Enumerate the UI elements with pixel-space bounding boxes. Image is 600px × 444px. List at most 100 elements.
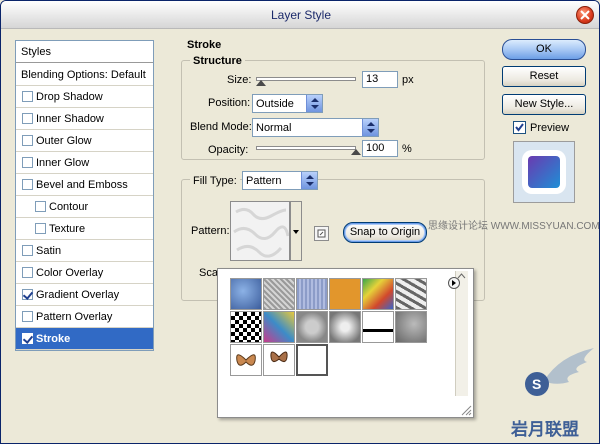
style-checkbox[interactable] bbox=[35, 223, 46, 234]
pattern-tile-smoke[interactable] bbox=[329, 311, 361, 343]
position-select[interactable]: Outside bbox=[252, 94, 323, 113]
style-label: Color Overlay bbox=[36, 267, 104, 279]
ok-button[interactable]: OK bbox=[502, 39, 586, 60]
resize-grip-icon[interactable] bbox=[460, 404, 472, 416]
logo-watermark: 岩月联盟 bbox=[511, 420, 579, 439]
opacity-slider-thumb[interactable] bbox=[351, 149, 361, 155]
opacity-label: Opacity: bbox=[208, 144, 249, 156]
pattern-picker-popup bbox=[217, 268, 474, 418]
pattern-tile-orange[interactable] bbox=[329, 278, 361, 310]
new-style-button[interactable]: New Style... bbox=[502, 94, 586, 115]
style-checkbox[interactable] bbox=[22, 91, 33, 102]
popup-menu-button[interactable] bbox=[448, 277, 460, 289]
style-label: Gradient Overlay bbox=[36, 289, 120, 301]
butterfly-icon bbox=[236, 354, 256, 366]
style-checkbox[interactable] bbox=[22, 311, 33, 322]
styles-item[interactable]: Inner Glow bbox=[16, 152, 153, 174]
style-label: Stroke bbox=[36, 333, 71, 345]
style-checkbox[interactable] bbox=[22, 179, 33, 190]
pattern-tile-clouds[interactable] bbox=[296, 311, 328, 343]
styles-item[interactable]: Pattern Overlay bbox=[16, 306, 153, 328]
style-checkbox[interactable] bbox=[22, 245, 33, 256]
opacity-slider-track[interactable] bbox=[256, 146, 356, 150]
pattern-picker-toggle[interactable] bbox=[290, 201, 302, 261]
structure-title: Structure bbox=[190, 55, 245, 67]
style-checkbox[interactable] bbox=[22, 135, 33, 146]
style-checkbox[interactable] bbox=[22, 267, 33, 278]
fill-type-value: Pattern bbox=[246, 175, 282, 187]
butterfly-icon bbox=[270, 351, 288, 363]
blend-mode-select[interactable]: Normal bbox=[252, 118, 379, 137]
site-watermark: 思缘设计论坛 WWW.MISSYUAN.COM bbox=[428, 221, 600, 232]
style-label: Drop Shadow bbox=[36, 91, 103, 103]
style-label: Outer Glow bbox=[36, 135, 92, 147]
styles-item[interactable]: Texture bbox=[16, 218, 153, 240]
pattern-tile-rock[interactable] bbox=[395, 311, 427, 343]
check-icon bbox=[515, 123, 524, 132]
svg-text:S: S bbox=[532, 376, 541, 392]
opacity-unit: % bbox=[402, 143, 412, 155]
style-checkbox[interactable] bbox=[22, 333, 33, 344]
styles-item[interactable]: Drop Shadow bbox=[16, 86, 153, 108]
size-input[interactable]: 13 bbox=[362, 71, 398, 88]
blend-mode-value: Normal bbox=[256, 122, 292, 134]
pattern-preview-image bbox=[231, 202, 290, 260]
pattern-tile-marble[interactable] bbox=[395, 278, 427, 310]
reset-button[interactable]: Reset bbox=[502, 66, 586, 87]
style-label: Contour bbox=[49, 201, 89, 213]
style-checkbox[interactable] bbox=[22, 113, 33, 124]
pattern-tile-noise[interactable] bbox=[263, 278, 295, 310]
styles-item[interactable]: Inner Shadow bbox=[16, 108, 153, 130]
style-checkbox[interactable] bbox=[35, 201, 46, 212]
styles-item[interactable]: Color Overlay bbox=[16, 262, 153, 284]
preview-thumbnail bbox=[513, 141, 575, 203]
pattern-tile-bubbles[interactable] bbox=[230, 278, 262, 310]
pattern-tile-fabric[interactable] bbox=[296, 278, 328, 310]
preview-image bbox=[514, 142, 574, 202]
style-checkbox[interactable] bbox=[22, 289, 33, 300]
pattern-tile-checker[interactable] bbox=[230, 311, 262, 343]
title-bar[interactable]: Layer Style bbox=[1, 1, 599, 29]
chevron-down-icon bbox=[293, 230, 299, 234]
snap-to-origin-button[interactable]: Snap to Origin bbox=[343, 222, 427, 243]
pattern-tile-rainbow[interactable] bbox=[362, 278, 394, 310]
styles-item[interactable]: Stroke bbox=[16, 328, 153, 350]
styles-item[interactable]: Contour bbox=[16, 196, 153, 218]
arrow-right-icon bbox=[452, 280, 456, 286]
popup-scrollbar[interactable] bbox=[455, 271, 468, 396]
pattern-swatch[interactable] bbox=[230, 201, 290, 261]
style-label: Inner Glow bbox=[36, 157, 90, 169]
close-button[interactable] bbox=[576, 6, 594, 24]
position-value: Outside bbox=[256, 98, 294, 110]
blending-options-item[interactable]: Blending Options: Default bbox=[16, 64, 153, 86]
style-label: Inner Shadow bbox=[36, 113, 104, 125]
style-label: Pattern Overlay bbox=[36, 311, 113, 323]
pattern-tile-paper[interactable] bbox=[296, 344, 328, 376]
fill-type-label: Fill Type: bbox=[190, 175, 240, 187]
fill-type-select[interactable]: Pattern bbox=[242, 171, 318, 190]
window-title: Layer Style bbox=[270, 8, 332, 22]
preview-label: Preview bbox=[530, 122, 570, 134]
preview-checkbox[interactable] bbox=[513, 121, 526, 134]
pattern-tile-color-noise[interactable] bbox=[263, 311, 295, 343]
position-label: Position: bbox=[208, 97, 251, 109]
pattern-tile-butterflies-2[interactable] bbox=[263, 344, 295, 376]
styles-header[interactable]: Styles bbox=[16, 41, 153, 63]
opacity-input[interactable]: 100 bbox=[362, 140, 398, 157]
scale-label: Sca bbox=[199, 267, 218, 279]
size-label: Size: bbox=[227, 74, 252, 86]
pattern-tile-stripes[interactable] bbox=[362, 311, 394, 343]
styles-item[interactable]: Satin bbox=[16, 240, 153, 262]
layer-style-dialog: Layer Style Styles Blending Options: Def… bbox=[0, 0, 600, 444]
pattern-tile-butterflies-1[interactable] bbox=[230, 344, 262, 376]
new-preset-icon bbox=[317, 229, 326, 238]
style-label: Texture bbox=[49, 223, 86, 235]
style-checkbox[interactable] bbox=[22, 157, 33, 168]
styles-item[interactable]: Outer Glow bbox=[16, 130, 153, 152]
styles-item[interactable]: Gradient Overlay bbox=[16, 284, 153, 306]
size-slider-thumb[interactable] bbox=[256, 80, 266, 86]
wings-logo-icon: S bbox=[525, 348, 594, 396]
styles-item[interactable]: Bevel and Emboss bbox=[16, 174, 153, 196]
size-slider-track[interactable] bbox=[256, 77, 356, 81]
new-preset-button[interactable] bbox=[314, 226, 329, 241]
